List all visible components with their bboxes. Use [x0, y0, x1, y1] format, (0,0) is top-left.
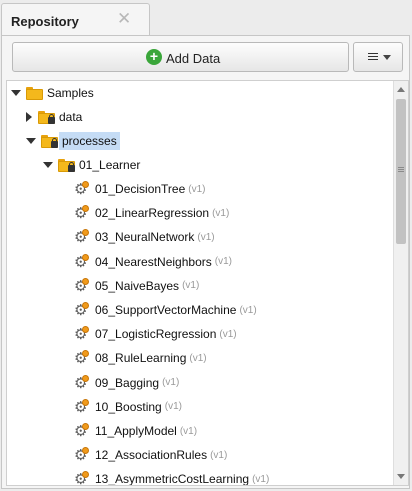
process-version: (v1) [214, 256, 232, 268]
process-name: 12_AssociationRules [95, 448, 208, 463]
process-gear-icon: ⚙ [74, 181, 89, 198]
process-item[interactable]: ⚙ 08_RuleLearning (v1) [74, 348, 207, 368]
process-gear-icon: ⚙ [74, 277, 89, 295]
process-name: 09_Bagging [95, 375, 160, 390]
chevron-down-icon [383, 55, 391, 60]
scrollbar-thumb[interactable] [396, 99, 406, 244]
close-icon[interactable]: ✕ [117, 10, 131, 27]
process-item[interactable]: ⚙ 10_Boosting (v1) [74, 397, 182, 417]
process-gear-icon: ⚙ [74, 447, 89, 465]
collapse-arrow-icon[interactable] [26, 112, 32, 122]
process-version: (v1) [197, 231, 215, 243]
process-name: 13_AsymmetricCostLearning [95, 472, 250, 486]
process-version: (v1) [252, 473, 270, 485]
process-item[interactable]: ⚙ 12_AssociationRules (v1) [74, 445, 227, 465]
process-item[interactable]: ⚙ 09_Bagging (v1) [74, 373, 179, 393]
locked-folder-icon [58, 158, 75, 172]
scroll-down-arrow-icon[interactable] [397, 474, 405, 479]
process-gear-icon: ⚙ [74, 205, 89, 223]
process-item[interactable]: ⚙ 13_AsymmetricCostLearning (v1) [74, 469, 270, 486]
process-name: 04_NearestNeighbors [95, 254, 212, 269]
expand-arrow-icon[interactable] [11, 90, 21, 96]
process-version: (v1) [164, 401, 182, 413]
repository-panel: Repository ✕ + Add Data Samples data pro… [0, 0, 412, 491]
plus-circle-icon: + [146, 49, 162, 65]
process-gear-icon: ⚙ [74, 229, 89, 247]
process-item[interactable]: ⚙ 11_ApplyModel (v1) [74, 421, 197, 441]
process-gear-icon: ⚙ [74, 374, 89, 392]
vertical-scrollbar[interactable] [393, 81, 408, 485]
tree-node-label: Samples [47, 86, 94, 100]
process-version: (v1) [210, 449, 228, 461]
add-data-button[interactable]: + Add Data [12, 42, 349, 72]
process-version: (v1) [182, 280, 200, 292]
process-gear-icon: ⚙ [74, 471, 89, 486]
process-name: 03_NeuralNetwork [95, 230, 195, 245]
process-name: 05_NaiveBayes [95, 278, 180, 293]
process-gear-icon: ⚙ [74, 398, 89, 416]
process-version: (v1) [179, 425, 198, 437]
process-gear-icon: ⚙ [74, 326, 89, 344]
process-name: 02_LinearRegression [95, 206, 210, 221]
process-version: (v1) [212, 207, 230, 219]
repository-body: + Add Data Samples data processes 01_Lea… [1, 35, 410, 489]
tree-node-label-selected: processes [59, 132, 120, 150]
process-gear-icon: ⚙ [74, 302, 89, 319]
process-item[interactable]: ⚙ 01_DecisionTree (v1) [74, 179, 206, 199]
tab-label: Repository [11, 14, 79, 29]
process-version: (v1) [239, 304, 257, 316]
process-name: 01_DecisionTree [95, 182, 186, 196]
process-name: 06_SupportVectorMachine [95, 303, 237, 317]
process-item[interactable]: ⚙ 02_LinearRegression (v1) [74, 203, 229, 223]
process-version: (v1) [162, 377, 180, 389]
add-data-label: Add Data [166, 51, 221, 66]
process-gear-icon: ⚙ [74, 350, 89, 368]
process-name: 10_Boosting [95, 399, 162, 414]
tree-node-label: 01_Learner [79, 158, 141, 172]
process-gear-icon: ⚙ [74, 423, 89, 440]
tree-node-data[interactable]: data [24, 107, 82, 127]
menu-dropdown-button[interactable] [353, 42, 403, 72]
process-version: (v1) [219, 328, 237, 340]
process-item[interactable]: ⚙ 07_LogisticRegression (v1) [74, 324, 237, 344]
locked-folder-icon [38, 110, 55, 124]
folder-icon [26, 86, 43, 100]
tab-repository[interactable]: Repository ✕ [1, 3, 150, 36]
tree-node-label: data [59, 110, 83, 124]
process-name: 08_RuleLearning [95, 351, 187, 366]
tree-node-processes[interactable]: processes [26, 131, 120, 151]
process-version: (v1) [188, 183, 206, 195]
process-item[interactable]: ⚙ 05_NaiveBayes (v1) [74, 276, 199, 296]
process-gear-icon: ⚙ [74, 253, 89, 271]
process-name: 11_ApplyModel [95, 424, 177, 438]
process-version: (v1) [189, 352, 207, 364]
locked-folder-icon [41, 134, 58, 148]
process-item[interactable]: ⚙ 06_SupportVectorMachine (v1) [74, 300, 257, 320]
process-item[interactable]: ⚙ 03_NeuralNetwork (v1) [74, 227, 215, 247]
process-name: 07_LogisticRegression [95, 327, 217, 342]
tree-node-01-learner[interactable]: 01_Learner [43, 155, 140, 175]
tree-node-samples[interactable]: Samples [11, 83, 94, 103]
process-item[interactable]: ⚙ 04_NearestNeighbors (v1) [74, 252, 232, 272]
expand-arrow-icon[interactable] [43, 162, 53, 168]
expand-arrow-icon[interactable] [26, 138, 36, 144]
repository-tree: Samples data processes 01_Learner ⚙ 01_De… [6, 80, 409, 486]
scroll-up-arrow-icon[interactable] [397, 87, 405, 92]
hamburger-menu-icon [368, 53, 378, 62]
